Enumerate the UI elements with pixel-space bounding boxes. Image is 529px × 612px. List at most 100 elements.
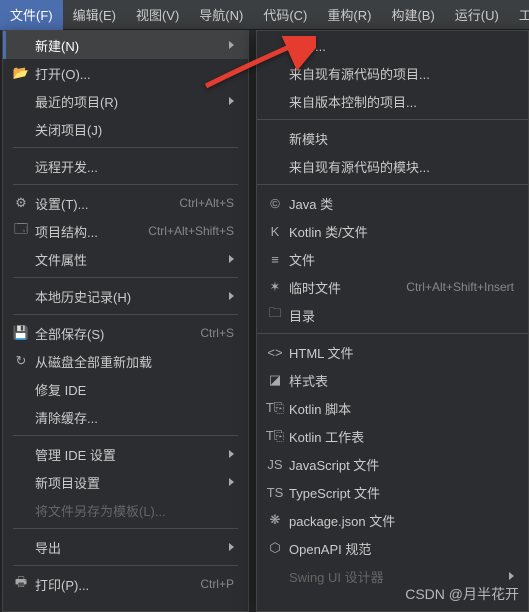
icon: 🖶: [11, 573, 31, 595]
menubar-item-0[interactable]: 文件(F): [0, 0, 63, 30]
label: 新项目设置: [31, 473, 221, 492]
icon: ✶: [265, 279, 285, 295]
new-menu-item-20[interactable]: ⬡OpenAPI 规范: [257, 534, 528, 562]
file-menu-item-13[interactable]: 💾全部保存(S)Ctrl+S: [3, 319, 248, 347]
label: 来自现有源代码的模块...: [285, 157, 514, 176]
menubar-item-8[interactable]: 工具(: [509, 0, 529, 30]
label: 项目...: [285, 36, 514, 55]
submenu-arrow-icon: [229, 478, 234, 486]
label: 目录: [285, 306, 514, 325]
label: 来自版本控制的项目...: [285, 92, 514, 111]
new-menu-item-19[interactable]: ❋package.json 文件: [257, 506, 528, 534]
file-menu-separator: [13, 565, 238, 566]
submenu-arrow-icon: [229, 41, 234, 49]
new-menu-item-8[interactable]: KKotlin 类/文件: [257, 217, 528, 245]
label: 项目结构...: [31, 222, 130, 241]
menubar-item-6[interactable]: 构建(B): [381, 0, 444, 30]
file-menu-item-18[interactable]: 管理 IDE 设置: [3, 440, 248, 468]
file-menu-separator: [13, 184, 238, 185]
file-menu-item-19[interactable]: 新项目设置: [3, 468, 248, 496]
new-menu-item-21[interactable]: Swing UI 设计器: [257, 562, 528, 590]
file-menu-dropdown: 新建(N)📂打开(O)...最近的项目(R)关闭项目(J)远程开发...⚙设置(…: [2, 30, 249, 612]
new-menu-item-0[interactable]: 项目...: [257, 31, 528, 59]
new-menu-item-7[interactable]: ©Java 类: [257, 189, 528, 217]
label: 临时文件: [285, 278, 388, 297]
menubar-item-1[interactable]: 编辑(E): [63, 0, 126, 30]
new-menu-item-17[interactable]: JSJavaScript 文件: [257, 450, 528, 478]
icon: 💾: [11, 325, 31, 341]
file-menu-item-16[interactable]: 清除缓存...: [3, 403, 248, 431]
icon: ⚙: [11, 195, 31, 211]
new-menu-item-2[interactable]: 来自版本控制的项目...: [257, 87, 528, 115]
shortcut: Ctrl+Alt+Shift+S: [130, 224, 234, 238]
file-menu-item-2[interactable]: 最近的项目(R): [3, 87, 248, 115]
menubar: 文件(F)编辑(E)视图(V)导航(N)代码(C)重构(R)构建(B)运行(U)…: [0, 0, 529, 30]
file-menu-separator: [13, 528, 238, 529]
label: 打开(O)...: [31, 64, 234, 83]
new-menu-item-10[interactable]: ✶临时文件Ctrl+Alt+Shift+Insert: [257, 273, 528, 301]
file-menu-separator: [13, 277, 238, 278]
new-menu-item-4[interactable]: 新模块: [257, 124, 528, 152]
file-menu-separator: [13, 314, 238, 315]
label: 从磁盘全部重新加载: [31, 352, 234, 371]
shortcut: Ctrl+Alt+Shift+Insert: [388, 280, 514, 294]
file-menu-item-7[interactable]: ⚙设置(T)...Ctrl+Alt+S: [3, 189, 248, 217]
label: 文件属性: [31, 250, 221, 269]
file-menu-item-9[interactable]: 文件属性: [3, 245, 248, 273]
icon: ©: [265, 196, 285, 211]
label: JavaScript 文件: [285, 455, 514, 474]
icon: ≡: [265, 252, 285, 267]
icon: T⎘: [265, 428, 285, 444]
new-menu-item-11[interactable]: 🗀目录: [257, 301, 528, 329]
new-menu-item-13[interactable]: <>HTML 文件: [257, 338, 528, 366]
new-menu-item-1[interactable]: 来自现有源代码的项目...: [257, 59, 528, 87]
label: 关闭项目(J): [31, 120, 234, 139]
label: 修复 IDE: [31, 380, 234, 399]
file-menu-item-11[interactable]: 本地历史记录(H): [3, 282, 248, 310]
menubar-item-4[interactable]: 代码(C): [253, 0, 317, 30]
menubar-item-5[interactable]: 重构(R): [317, 0, 381, 30]
label: Kotlin 类/文件: [285, 222, 514, 241]
icon: T⎘: [265, 400, 285, 416]
file-menu-item-5[interactable]: 远程开发...: [3, 152, 248, 180]
file-menu-item-24[interactable]: 🖶打印(P)...Ctrl+P: [3, 570, 248, 598]
file-menu-item-14[interactable]: ↻从磁盘全部重新加载: [3, 347, 248, 375]
menubar-item-2[interactable]: 视图(V): [126, 0, 189, 30]
file-menu-item-1[interactable]: 📂打开(O)...: [3, 59, 248, 87]
file-menu-item-3[interactable]: 关闭项目(J): [3, 115, 248, 143]
shortcut: Ctrl+S: [182, 326, 234, 340]
icon: 📂: [11, 65, 31, 81]
label: 设置(T)...: [31, 194, 161, 213]
label: 导出: [31, 538, 221, 557]
label: 样式表: [285, 371, 514, 390]
file-menu-item-22[interactable]: 导出: [3, 533, 248, 561]
label: 来自现有源代码的项目...: [285, 64, 514, 83]
label: package.json 文件: [285, 511, 514, 530]
new-menu-item-14[interactable]: ◪样式表: [257, 366, 528, 394]
icon: ❋: [265, 512, 285, 528]
file-menu-item-20[interactable]: 将文件另存为模板(L)...: [3, 496, 248, 524]
new-menu-item-16[interactable]: T⎘Kotlin 工作表: [257, 422, 528, 450]
submenu-arrow-icon: [229, 292, 234, 300]
new-menu-item-9[interactable]: ≡文件: [257, 245, 528, 273]
new-menu-separator: [257, 184, 528, 185]
label: 新建(N): [31, 36, 221, 55]
file-menu-item-15[interactable]: 修复 IDE: [3, 375, 248, 403]
label: 文件: [285, 250, 514, 269]
label: 清除缓存...: [31, 408, 234, 427]
new-menu-item-18[interactable]: TSTypeScript 文件: [257, 478, 528, 506]
new-menu-item-15[interactable]: T⎘Kotlin 脚本: [257, 394, 528, 422]
new-menu-item-5[interactable]: 来自现有源代码的模块...: [257, 152, 528, 180]
file-menu-item-0[interactable]: 新建(N): [3, 31, 248, 59]
menubar-item-3[interactable]: 导航(N): [189, 0, 253, 30]
file-menu-separator: [13, 147, 238, 148]
icon: TS: [265, 485, 285, 500]
file-menu-item-8[interactable]: 🗔项目结构...Ctrl+Alt+Shift+S: [3, 217, 248, 245]
label: 管理 IDE 设置: [31, 445, 221, 464]
icon: 🗔: [11, 220, 31, 242]
label: 新模块: [285, 129, 514, 148]
label: Swing UI 设计器: [285, 567, 501, 586]
menubar-item-7[interactable]: 运行(U): [445, 0, 509, 30]
label: TypeScript 文件: [285, 483, 514, 502]
icon: ◪: [265, 372, 285, 388]
